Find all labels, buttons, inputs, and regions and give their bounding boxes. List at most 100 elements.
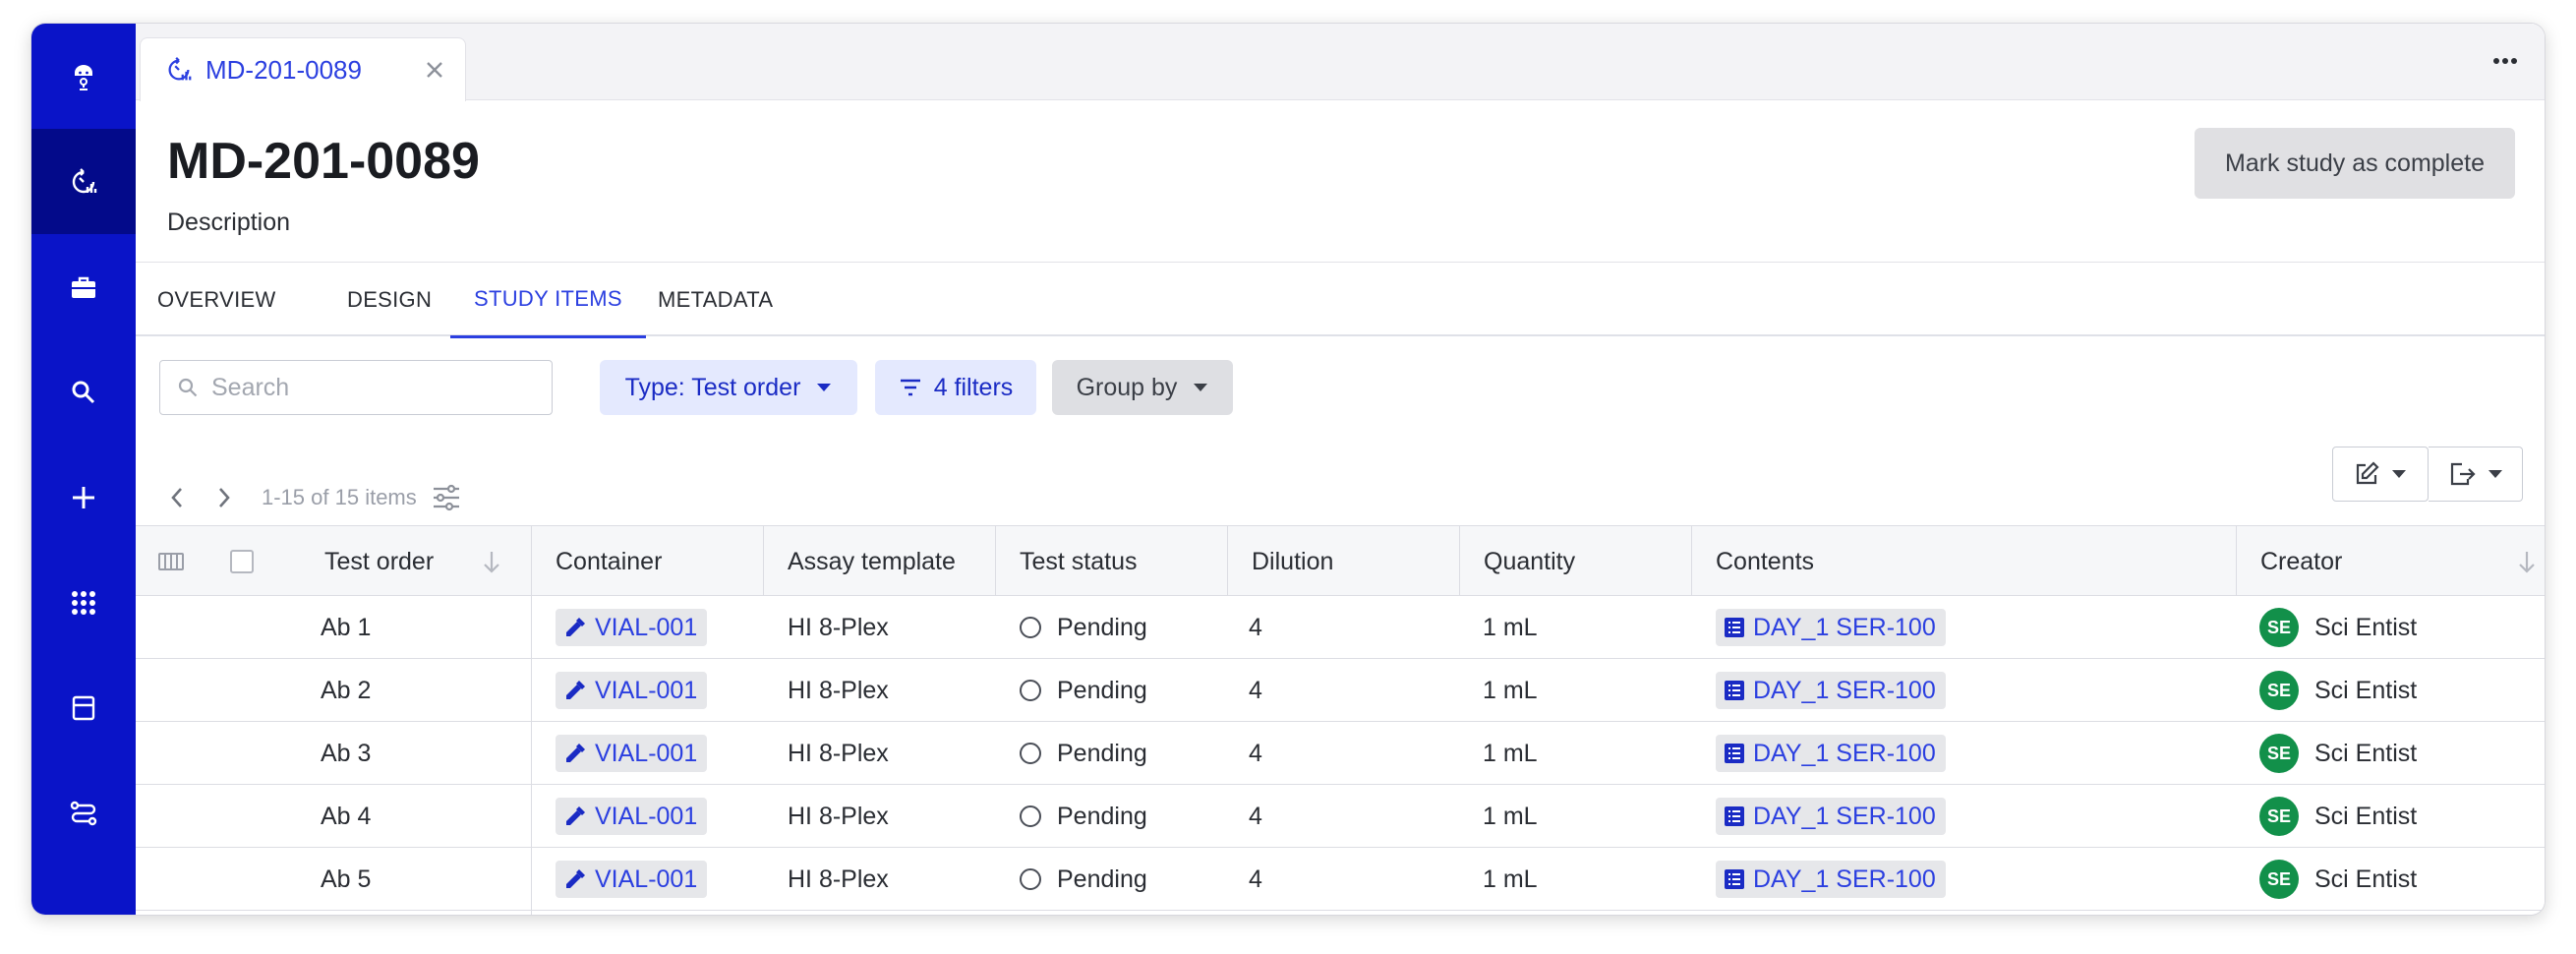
sidebar-item-layout[interactable] <box>31 655 136 760</box>
contents-cell: DAY_1 SER-100 <box>1716 596 1946 659</box>
type-filter-dropdown[interactable]: Type: Test order <box>600 360 857 415</box>
test-order-cell[interactable]: Ab 2 <box>321 659 371 722</box>
chevron-right-icon <box>219 488 230 507</box>
document-tab[interactable]: MD-201-0089 <box>140 37 466 101</box>
table-row[interactable]: Ab 2 VIAL-001 HI 8-Plex Pending 4 1 mL D… <box>136 659 2545 722</box>
sort-creator-button[interactable] <box>2517 526 2537 597</box>
group-by-label: Group by <box>1076 373 1178 401</box>
pagination: 1-15 of 15 items <box>159 474 464 521</box>
chevron-left-icon <box>171 488 182 507</box>
contents-link[interactable]: DAY_1 SER-100 <box>1716 798 1946 835</box>
caret-down-icon <box>1194 384 1208 391</box>
caret-down-icon <box>2488 470 2502 478</box>
creator-cell: SE Sci Entist <box>2259 785 2417 848</box>
sidebar-item-studies[interactable] <box>31 129 136 234</box>
column-header-dilution[interactable]: Dilution <box>1252 526 1333 597</box>
avatar: SE <box>2259 734 2299 773</box>
column-header-container[interactable]: Container <box>556 526 662 597</box>
container-link[interactable]: VIAL-001 <box>556 798 708 835</box>
search-icon <box>72 381 95 403</box>
column-header-test-status[interactable]: Test status <box>1020 526 1138 597</box>
contents-cell: DAY_1 SER-100 <box>1716 785 1946 848</box>
sidebar-item-create[interactable] <box>31 445 136 550</box>
creator-cell: SE Sci Entist <box>2259 659 2417 722</box>
container-label: VIAL-001 <box>595 613 698 641</box>
sidebar-item-search[interactable] <box>31 339 136 445</box>
plus-icon <box>73 486 94 508</box>
column-header-contents[interactable]: Contents <box>1716 526 1814 597</box>
sidebar-item-projects[interactable] <box>31 234 136 339</box>
column-header-quantity[interactable]: Quantity <box>1484 526 1575 597</box>
tab-design[interactable]: DESIGN <box>347 263 432 337</box>
sidebar-item-apps[interactable] <box>31 550 136 655</box>
close-icon[interactable] <box>420 55 449 85</box>
column-settings-button[interactable] <box>429 480 464 515</box>
column-header-creator[interactable]: Creator <box>2260 526 2342 597</box>
study-icon <box>168 57 192 81</box>
column-divider <box>2236 525 2237 596</box>
pipette-icon <box>566 681 585 699</box>
container-link[interactable]: VIAL-001 <box>556 609 708 646</box>
creator-name: Sci Entist <box>2314 802 2418 830</box>
select-all-checkbox[interactable] <box>230 550 254 573</box>
dilution-cell: 4 <box>1249 739 1262 767</box>
test-order-cell[interactable]: Ab 1 <box>321 596 371 659</box>
list-icon <box>1725 744 1744 763</box>
table-row[interactable]: Ab 4 VIAL-001 HI 8-Plex Pending 4 1 mL D… <box>136 785 2545 848</box>
list-icon <box>1725 618 1744 637</box>
column-divider <box>1227 525 1228 596</box>
contents-link[interactable]: DAY_1 SER-100 <box>1716 672 1946 709</box>
contents-label: DAY_1 SER-100 <box>1753 676 1936 704</box>
test-order-cell[interactable]: Ab 4 <box>321 785 371 848</box>
status-pending-icon <box>1020 617 1041 638</box>
container-link[interactable]: VIAL-001 <box>556 861 708 898</box>
filters-button[interactable]: 4 filters <box>875 360 1036 415</box>
sidebar <box>31 24 136 915</box>
tab-metadata[interactable]: METADATA <box>658 263 773 337</box>
type-filter-label: Type: Test order <box>624 373 801 401</box>
creator-name: Sci Entist <box>2314 739 2418 767</box>
test-order-cell[interactable]: Ab 5 <box>321 848 371 911</box>
sliders-icon <box>433 484 459 511</box>
creator-cell: SE Sci Entist <box>2259 722 2417 785</box>
container-label: VIAL-001 <box>595 676 698 704</box>
table-row[interactable]: Ab 3 VIAL-001 HI 8-Plex Pending 4 1 mL D… <box>136 722 2545 785</box>
contents-cell: DAY_1 SER-100 <box>1716 848 1946 911</box>
page-title: MD-201-0089 <box>167 133 480 190</box>
group-by-dropdown[interactable]: Group by <box>1052 360 1233 415</box>
container-link[interactable]: VIAL-001 <box>556 672 708 709</box>
robot-logo-icon[interactable] <box>31 24 136 129</box>
previous-page-button[interactable] <box>159 480 195 515</box>
next-page-button[interactable] <box>206 480 242 515</box>
table-row[interactable]: Ab 5 VIAL-001 HI 8-Plex Pending 4 1 mL D… <box>136 848 2545 911</box>
app-window: MD-201-0089 MD-201-0089 Description Mark… <box>31 24 2545 915</box>
contents-link[interactable]: DAY_1 SER-100 <box>1716 609 1946 646</box>
search-input[interactable] <box>211 373 536 402</box>
export-menu-button[interactable] <box>2429 447 2523 502</box>
column-header-assay-template[interactable]: Assay template <box>788 526 956 597</box>
test-order-cell[interactable]: Ab 3 <box>321 722 371 785</box>
tab-overview[interactable]: OVERVIEW <box>157 263 276 337</box>
avatar: SE <box>2259 797 2299 836</box>
container-link[interactable]: VIAL-001 <box>556 735 708 772</box>
tab-study-items[interactable]: STUDY ITEMS <box>450 263 646 338</box>
column-divider <box>1459 525 1460 596</box>
contents-label: DAY_1 SER-100 <box>1753 613 1936 641</box>
container-cell: VIAL-001 <box>556 785 708 848</box>
edit-menu-button[interactable] <box>2332 447 2429 502</box>
page-description[interactable]: Description <box>167 209 290 237</box>
quantity-cell: 1 mL <box>1483 613 1538 641</box>
columns-toggle[interactable] <box>157 526 185 597</box>
briefcase-icon <box>72 276 95 298</box>
mark-complete-button[interactable]: Mark study as complete <box>2195 128 2515 199</box>
search-field[interactable] <box>159 360 553 415</box>
sidebar-item-workflows[interactable] <box>31 760 136 865</box>
sort-test-order-button[interactable] <box>482 526 501 597</box>
avatar: SE <box>2259 671 2299 710</box>
creator-name: Sci Entist <box>2314 613 2418 641</box>
table-row[interactable]: Ab 1 VIAL-001 HI 8-Plex Pending 4 1 mL D… <box>136 596 2545 659</box>
column-header-test-order[interactable]: Test order <box>324 526 434 597</box>
more-options-button[interactable] <box>2486 41 2525 81</box>
contents-link[interactable]: DAY_1 SER-100 <box>1716 735 1946 772</box>
contents-link[interactable]: DAY_1 SER-100 <box>1716 861 1946 898</box>
